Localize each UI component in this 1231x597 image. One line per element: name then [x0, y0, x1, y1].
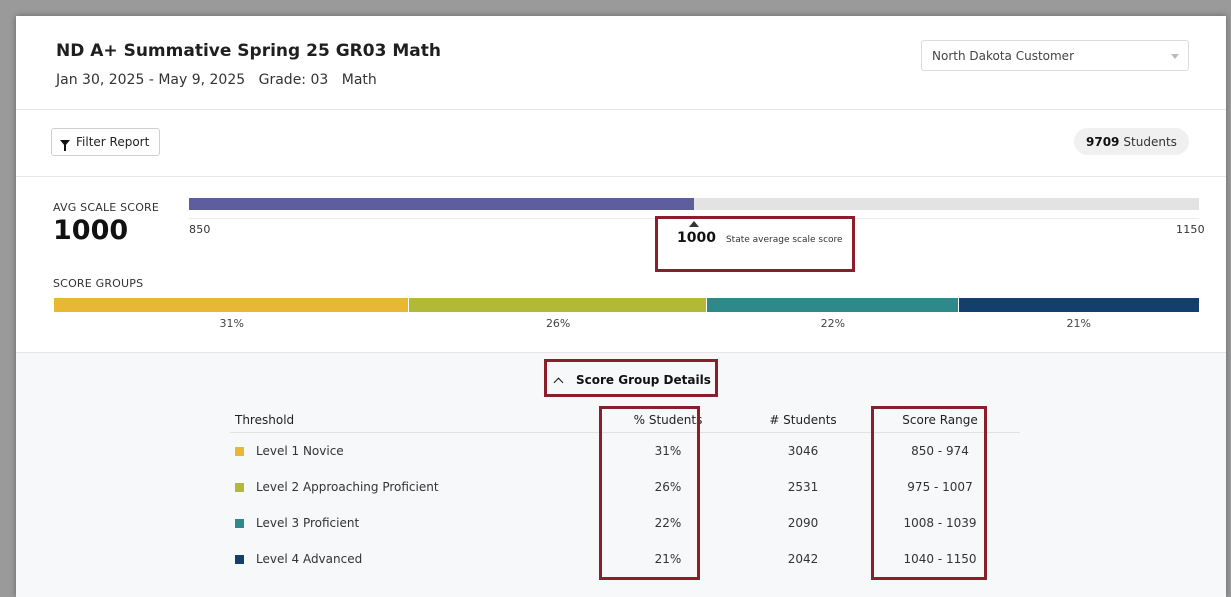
state-average-label: State average scale score: [725, 235, 843, 245]
level-color-swatch: [235, 518, 244, 528]
filter-icon: [60, 139, 70, 151]
level-name: Level 4 Advanced: [256, 552, 363, 566]
table-row: Level 4 Advanced 21% 2042 1040 - 1150: [230, 541, 1020, 577]
score-group-percent: 22%: [820, 317, 846, 330]
num-students-cell: 2042: [787, 552, 819, 566]
subject-label: Math: [341, 72, 377, 88]
state-average-value: 1000: [677, 230, 716, 246]
state-average-marker: [689, 221, 699, 227]
scale-min-label: 850: [189, 223, 211, 236]
header-threshold: Threshold: [235, 413, 295, 427]
chevron-down-icon: [1171, 54, 1179, 59]
num-students-cell: 2531: [787, 480, 819, 494]
date-range: Jan 30, 2025 - May 9, 2025: [56, 72, 246, 88]
students-count: 9709: [1086, 134, 1120, 149]
score-group-percent: 31%: [219, 317, 244, 330]
table-body: Level 1 Novice 31% 3046 850 - 974 Level 2 Ap…: [230, 433, 1020, 577]
threshold-cell: Level 1 Novice: [235, 444, 344, 458]
score-group-percent: 26%: [545, 317, 571, 330]
threshold-cell: Level 3 Proficient: [235, 516, 359, 530]
scale-score-fill: [189, 198, 694, 210]
table-row: Level 1 Novice 31% 3046 850 - 974: [230, 433, 1020, 469]
level-color-swatch: [235, 554, 244, 564]
report-toolbar: Filter Report 9709 Students: [16, 111, 1226, 177]
report-card: ND A+ Summative Spring 25 GR03 Math Jan …: [16, 16, 1226, 597]
students-count-label: Students: [1123, 134, 1177, 149]
level-name: Level 1 Novice: [256, 444, 344, 458]
table-header: Threshold % Students # Students Score Ra…: [230, 413, 1020, 433]
customer-select[interactable]: North Dakota Customer: [921, 40, 1189, 71]
avg-scale-score-value: 1000: [53, 215, 129, 246]
header-num-students: # Students: [769, 413, 837, 427]
scale-axis-line: [189, 218, 1199, 219]
report-subtitle: Jan 30, 2025 - May 9, 2025 Grade: 03 Mat…: [56, 72, 386, 88]
customer-select-value: North Dakota Customer: [932, 49, 1074, 63]
table-row: Level 3 Proficient 22% 2090 1008 - 1039: [230, 505, 1020, 541]
chevron-up-icon: [553, 377, 564, 387]
pct-students-cell: 22%: [654, 516, 682, 530]
report-title: ND A+ Summative Spring 25 GR03 Math: [56, 41, 441, 61]
pct-students-cell: 21%: [654, 552, 682, 566]
score-group-details-label: Score Group Details: [576, 373, 711, 387]
avg-scale-score-label: AVG SCALE SCORE: [53, 201, 160, 214]
table-row: Level 2 Approaching Proficient 26% 2531 975…: [230, 469, 1020, 505]
state-average: 1000 State average scale score: [677, 230, 843, 246]
score-summary: AVG SCALE SCORE 1000 850 1150 1000 State…: [16, 178, 1226, 353]
pct-students-cell: 31%: [654, 444, 682, 458]
level-name: Level 3 Proficient: [256, 516, 360, 530]
threshold-cell: Level 4 Advanced: [235, 552, 362, 566]
score-group-segment: 26%: [408, 298, 707, 330]
num-students-cell: 3046: [787, 444, 819, 458]
score-range-cell: 850 - 974: [911, 444, 969, 458]
level-color-swatch: [235, 482, 244, 492]
report-header: ND A+ Summative Spring 25 GR03 Math Jan …: [16, 16, 1226, 110]
score-group-percent: 21%: [1066, 317, 1091, 330]
score-range-cell: 1008 - 1039: [903, 516, 977, 530]
pct-students-cell: 26%: [654, 480, 682, 494]
num-students-cell: 2090: [787, 516, 819, 530]
grade-label: Grade: 03: [258, 72, 329, 88]
level-name: Level 2 Approaching Proficient: [256, 480, 439, 494]
threshold-cell: Level 2 Approaching Proficient: [235, 480, 439, 494]
score-group-details: Score Group Details Threshold % Students…: [16, 353, 1226, 597]
scale-max-label: 1150: [1176, 223, 1205, 236]
header-score-range: Score Range: [902, 413, 978, 427]
filter-report-button[interactable]: Filter Report: [51, 128, 161, 156]
filter-report-label: Filter Report: [76, 135, 150, 149]
level-color-swatch: [235, 446, 244, 456]
score-groups-bar: 31% 26% 22% 21%: [54, 298, 1199, 330]
score-range-cell: 1040 - 1150: [903, 552, 977, 566]
score-group-segment: 31%: [54, 298, 409, 330]
students-count-badge: 9709 Students: [1074, 128, 1189, 155]
score-group-segment: 22%: [706, 298, 959, 330]
score-group-table: Threshold % Students # Students Score Ra…: [230, 413, 1020, 577]
score-group-segment: 21%: [958, 298, 1199, 330]
scale-score-bar: [189, 198, 1199, 210]
score-range-cell: 975 - 1007: [907, 480, 973, 494]
score-group-details-toggle[interactable]: Score Group Details: [545, 363, 716, 397]
header-pct-students: % Students: [633, 413, 703, 427]
score-groups-label: SCORE GROUPS: [53, 277, 144, 290]
